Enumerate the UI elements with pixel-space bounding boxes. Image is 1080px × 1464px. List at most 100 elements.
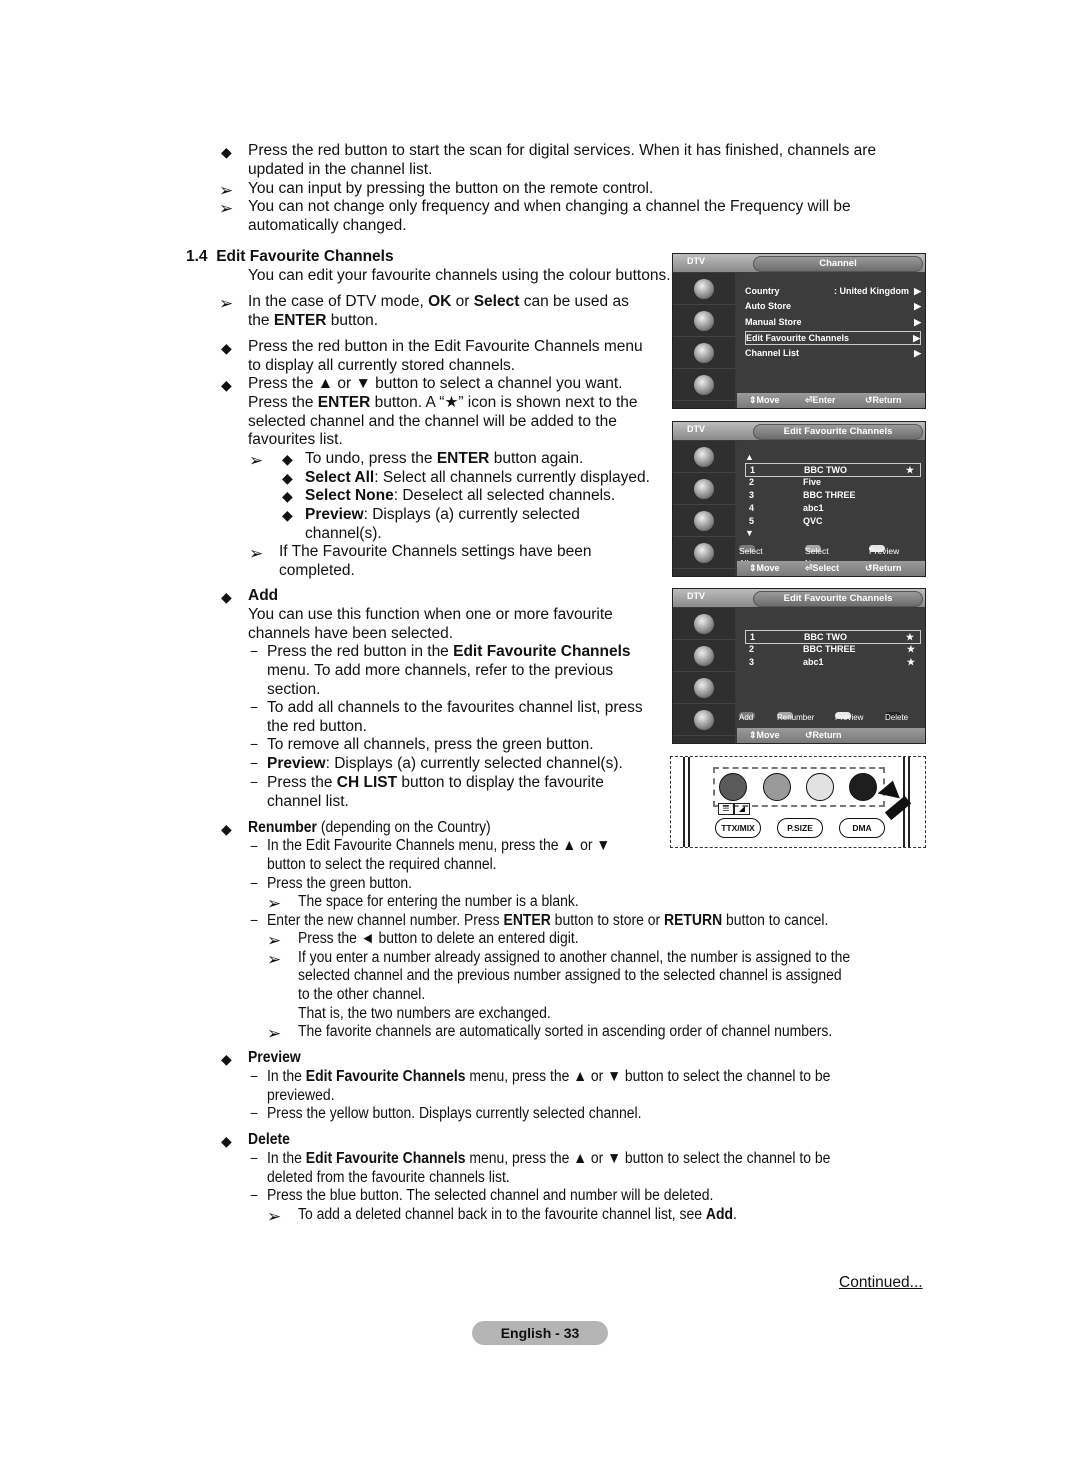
channel-row[interactable]: 2 Five: [745, 476, 921, 488]
channel-row[interactable]: 3 abc1 ★: [745, 656, 921, 668]
diamond-bullet-icon: ◆: [282, 507, 293, 523]
note-dtv-line-1: In the case of DTV mode, OK or Select ca…: [248, 293, 629, 312]
channel-number: 2: [749, 644, 755, 654]
remote-illustration: ☰ ◢ TTX/MIX P.SIZE DMA: [670, 756, 926, 848]
channel-row[interactable]: 1 BBC TWO ★: [745, 463, 921, 477]
add-step-2-l2: the red button.: [267, 718, 367, 735]
menu-item-edit-favourite-channels[interactable]: Edit Favourite Channels ▶: [745, 331, 921, 345]
renumber-note-3-l3: to the other channel.: [298, 986, 426, 1003]
picture-icon: [694, 446, 714, 467]
text: button. A “★” icon is shown next to the: [370, 394, 638, 411]
text: menu, press the ▲ or ▼ button to select …: [465, 1150, 831, 1167]
channel-row[interactable]: 1 BBC TWO ★: [745, 630, 921, 644]
diamond-bullet-icon: ◆: [282, 451, 293, 467]
diamond-bullet-icon: ◆: [221, 144, 232, 160]
intro-bullet-1: Press the red button to start the scan f…: [248, 142, 877, 159]
channel-number: 2: [749, 477, 755, 487]
blue-button[interactable]: [849, 773, 877, 801]
sidebar-item-sound[interactable]: [673, 473, 735, 505]
osd-footer: ⇕ Move ↺ Return: [737, 728, 925, 743]
renumber-note-1: The space for entering the number is a b…: [298, 893, 579, 910]
sidebar-item-sound[interactable]: [673, 305, 735, 337]
scroll-up-icon[interactable]: ▲: [745, 451, 921, 463]
menu-item-manual-store[interactable]: Manual Store ▶: [745, 316, 921, 328]
sub-undo: To undo, press the ENTER button again.: [305, 450, 583, 469]
note-arrow-icon: ➢: [219, 199, 234, 218]
text-bold: OK: [428, 293, 452, 310]
channel-row[interactable]: 4 abc1: [745, 502, 921, 514]
sidebar-item-setup[interactable]: [673, 672, 735, 704]
select-hint: ⏎ Select: [805, 561, 839, 576]
return-hint: ↺ Return: [865, 393, 902, 408]
channel-row[interactable]: 3 BBC THREE: [745, 489, 921, 501]
section-title: Edit Favourite Channels: [216, 248, 394, 265]
dash-icon: −: [250, 774, 259, 790]
menu-item-label: Country: [745, 286, 780, 296]
text: In the: [267, 1068, 306, 1085]
bullet-select-line-4: favourites list.: [248, 431, 343, 448]
menu-item-auto-store[interactable]: Auto Store ▶: [745, 300, 921, 312]
gear-icon: [694, 510, 714, 531]
channel-icon: [694, 709, 714, 730]
channel-row[interactable]: 5 QVC: [745, 515, 921, 527]
channel-icon: [694, 542, 714, 563]
sidebar-item-channel[interactable]: [673, 537, 735, 569]
section-number: 1.4: [186, 248, 208, 265]
delete-note: To add a deleted channel back in to the …: [298, 1206, 737, 1225]
sidebar-item-picture[interactable]: [673, 608, 735, 640]
sound-icon: [694, 310, 714, 331]
p-size-button[interactable]: P.SIZE: [777, 818, 823, 838]
green-button[interactable]: [763, 773, 791, 801]
renumber-step-3: Enter the new channel number. Press ENTE…: [267, 912, 828, 931]
bullet-red-line-2: to display all currently stored channels…: [248, 357, 516, 374]
renumber-note-3-l4: That is, the two numbers are exchanged.: [298, 1005, 551, 1022]
red-button[interactable]: [719, 773, 747, 801]
osd-channel-menu: DTV Channel Country: United Kingdom ▶ Aut…: [672, 253, 926, 409]
mix-icon: ◢: [734, 803, 750, 815]
text: Return: [812, 730, 842, 740]
scroll-down-icon[interactable]: ▼: [745, 527, 921, 539]
text-bold: Add: [705, 1206, 734, 1223]
text-bold: Select None: [305, 487, 394, 504]
teletext-icon: ☰: [718, 803, 734, 815]
renumber-note-3-l2: selected channel and the previous number…: [298, 967, 842, 984]
text: menu, press the ▲ or ▼ button to select …: [465, 1068, 831, 1085]
move-hint: ⇕ Move: [749, 728, 780, 743]
arrow-right-icon: ▶: [914, 317, 921, 327]
dash-icon: −: [250, 1105, 259, 1121]
text: button to store or: [550, 912, 665, 929]
yellow-button[interactable]: [806, 773, 834, 801]
ttx-mix-button[interactable]: TTX/MIX: [715, 818, 761, 838]
sidebar-item-picture[interactable]: [673, 273, 735, 305]
menu-item-country[interactable]: Country: United Kingdom ▶: [745, 285, 921, 297]
diamond-bullet-icon: ◆: [221, 340, 232, 356]
star-icon: ★: [906, 657, 915, 667]
channel-name: BBC THREE: [803, 644, 856, 654]
text-bold: Edit Favourite Channels: [305, 1150, 466, 1167]
return-hint: ↺ Return: [865, 561, 902, 576]
dma-button[interactable]: DMA: [839, 818, 885, 838]
menu-item-channel-list[interactable]: Channel List ▶: [745, 347, 921, 359]
channel-name: QVC: [803, 516, 823, 526]
star-icon: ★: [905, 632, 914, 642]
add-step-1: Press the red button in the Edit Favouri…: [267, 643, 631, 662]
sidebar-item-channel[interactable]: [673, 704, 735, 736]
sidebar-item-picture[interactable]: [673, 441, 735, 473]
osd-edit-favourites-2: DTV Edit Favourite Channels 1 BBC TWO ★ 2 B…: [672, 588, 926, 744]
osd-header: DTV Channel: [673, 254, 925, 272]
sidebar-item-channel[interactable]: [673, 369, 735, 401]
sound-icon: [694, 478, 714, 499]
renumber-note-2: Press the ◄ button to delete an entered …: [298, 930, 579, 947]
sidebar-item-sound[interactable]: [673, 640, 735, 672]
renumber-step-2: Press the green button.: [267, 875, 413, 892]
text-bold: RETURN: [664, 912, 723, 929]
section-heading: 1.4 Edit Favourite Channels: [186, 248, 394, 267]
channel-row[interactable]: 2 BBC THREE ★: [745, 643, 921, 655]
text: Select: [812, 563, 840, 573]
renumber-note-3: If you enter a number already assigned t…: [298, 949, 851, 966]
text-bold: Preview: [305, 506, 364, 523]
preview-step-2: Press the yellow button. Displays curren…: [267, 1105, 642, 1122]
sidebar-item-setup[interactable]: [673, 337, 735, 369]
sidebar-item-setup[interactable]: [673, 505, 735, 537]
text: : Displays (a) currently selected: [363, 506, 580, 523]
